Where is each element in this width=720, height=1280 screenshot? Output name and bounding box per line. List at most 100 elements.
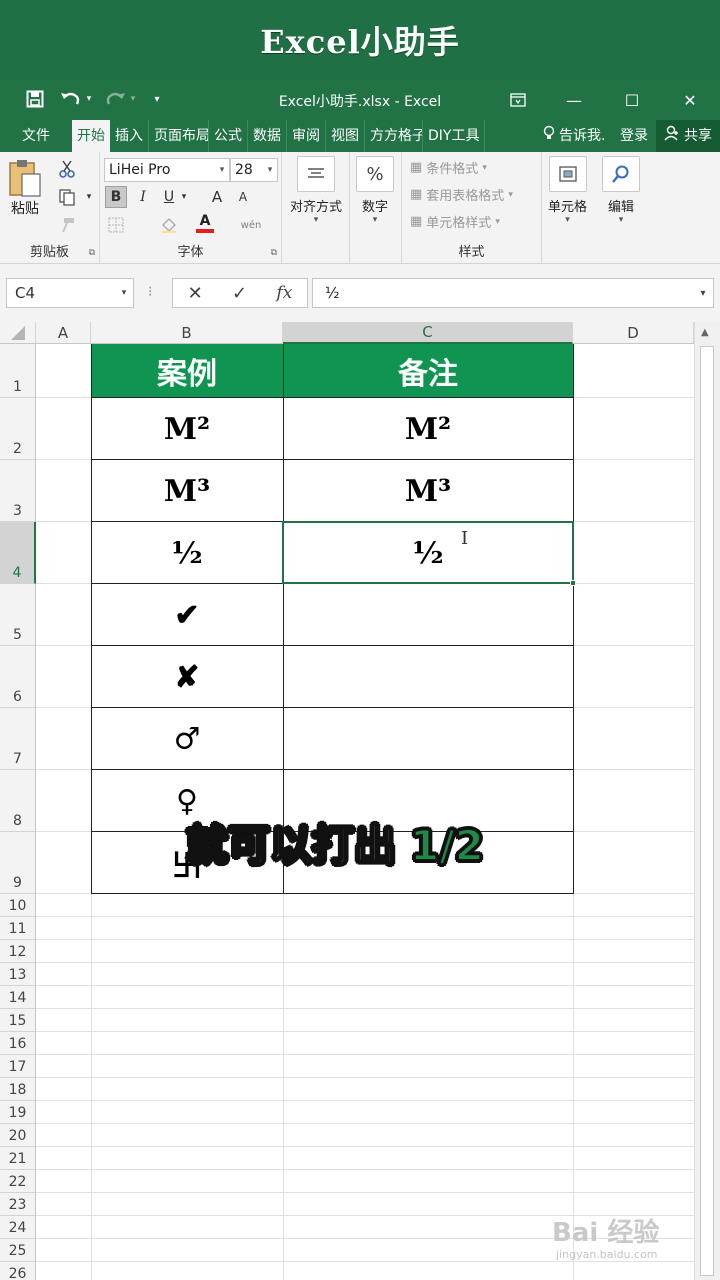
cut-icon[interactable] <box>56 158 78 180</box>
cell-c7[interactable] <box>283 708 573 770</box>
undo-dropdown-icon[interactable]: ▾ <box>84 86 94 112</box>
cell-c5[interactable] <box>283 584 573 646</box>
name-box[interactable]: C4 ▾ <box>6 278 134 308</box>
copy-icon[interactable] <box>56 186 78 208</box>
cell-styles-button[interactable]: ▦ 单元格样式 ▾ <box>410 212 500 231</box>
row-header-3[interactable]: 3 <box>0 460 36 522</box>
underline-dropdown-icon[interactable]: ▾ <box>178 186 190 208</box>
font-launcher-icon[interactable]: ⧉ <box>271 248 277 258</box>
insert-function-icon[interactable]: fx <box>276 283 292 303</box>
vertical-scrollbar[interactable]: ▲ <box>694 322 720 1280</box>
tab-review[interactable]: 审阅 <box>287 120 326 152</box>
font-color-button[interactable]: A <box>194 212 216 234</box>
scrollbar-thumb[interactable] <box>700 346 714 1276</box>
row-header-23[interactable]: 23 <box>0 1193 36 1216</box>
row-header-16[interactable]: 16 <box>0 1032 36 1055</box>
cell-c6[interactable] <box>283 646 573 708</box>
minimize-button[interactable]: — <box>554 86 594 114</box>
row-header-8[interactable]: 8 <box>0 770 36 832</box>
maximize-button[interactable]: ☐ <box>612 86 652 114</box>
bold-button[interactable]: B <box>105 186 127 208</box>
cell-b4[interactable]: ½ <box>91 522 283 584</box>
row-header-11[interactable]: 11 <box>0 917 36 940</box>
redo-dropdown-icon[interactable]: ▾ <box>128 86 138 112</box>
ribbon-display-options-icon[interactable] <box>498 86 538 114</box>
underline-button[interactable]: U <box>158 186 180 208</box>
cell-b7[interactable]: ♂ <box>91 708 283 770</box>
column-header-d[interactable]: D <box>573 322 694 344</box>
scroll-up-icon[interactable]: ▲ <box>701 327 709 338</box>
fill-handle[interactable] <box>570 580 576 586</box>
row-header-9[interactable]: 9 <box>0 832 36 894</box>
row-header-10[interactable]: 10 <box>0 894 36 917</box>
cell-c1[interactable]: 备注 <box>283 344 573 398</box>
format-as-table-button[interactable]: ▦ 套用表格格式 ▾ <box>410 185 513 204</box>
worksheet-grid[interactable]: A B C D 1 2 3 4 5 6 7 8 9 10 11 12 13 14 15 16 17 18 19 20 2… <box>0 322 720 1280</box>
tab-formulas[interactable]: 公式 <box>209 120 248 152</box>
clipboard-launcher-icon[interactable]: ⧉ <box>89 248 95 258</box>
editing-button[interactable]: 编辑 ▾ <box>602 156 640 225</box>
tab-home[interactable]: 开始 <box>72 120 110 152</box>
tab-diy-tools[interactable]: DIY工具 <box>423 120 486 152</box>
cell-b5[interactable]: ✔ <box>91 584 283 646</box>
enter-icon[interactable]: ✓ <box>232 283 247 304</box>
tab-file[interactable]: 文件 <box>0 120 72 152</box>
copy-dropdown-icon[interactable]: ▾ <box>78 186 100 208</box>
row-header-22[interactable]: 22 <box>0 1170 36 1193</box>
format-painter-icon[interactable] <box>56 214 78 236</box>
font-name-select[interactable]: LiHei Pro ▾ <box>104 158 230 182</box>
row-header-21[interactable]: 21 <box>0 1147 36 1170</box>
tab-data[interactable]: 数据 <box>248 120 287 152</box>
row-header-6[interactable]: 6 <box>0 646 36 708</box>
tell-me-box[interactable]: 告诉我... <box>538 120 612 152</box>
row-header-20[interactable]: 20 <box>0 1124 36 1147</box>
login-button[interactable]: 登录 <box>612 120 656 152</box>
cell-c2[interactable]: M² <box>283 398 573 460</box>
row-header-7[interactable]: 7 <box>0 708 36 770</box>
italic-button[interactable]: I <box>132 186 154 208</box>
row-header-5[interactable]: 5 <box>0 584 36 646</box>
share-button[interactable]: 共享 <box>656 120 720 152</box>
customize-qat-icon[interactable]: ▾ <box>144 86 170 112</box>
borders-icon[interactable] <box>105 214 127 236</box>
formula-input[interactable]: ½ ▾ <box>312 278 714 308</box>
conditional-format-button[interactable]: ▦ 条件格式 ▾ <box>410 158 487 177</box>
number-format-button[interactable]: % 数字 ▾ <box>356 156 394 225</box>
row-header-19[interactable]: 19 <box>0 1101 36 1124</box>
fill-color-icon[interactable] <box>158 214 180 236</box>
alignment-button[interactable]: 对齐方式 ▾ <box>285 156 347 225</box>
phonetic-guide-button[interactable]: wén <box>240 214 262 236</box>
row-header-26[interactable]: 26 <box>0 1262 36 1280</box>
column-header-b[interactable]: B <box>91 322 283 344</box>
grow-font-button[interactable]: A <box>206 186 228 208</box>
cells-button[interactable]: 单元格 ▾ <box>548 156 587 225</box>
paste-button[interactable]: 粘贴 <box>8 158 42 218</box>
tab-page-layout[interactable]: 页面布局 <box>149 120 209 152</box>
row-header-2[interactable]: 2 <box>0 398 36 460</box>
tab-insert[interactable]: 插入 <box>110 120 149 152</box>
row-header-17[interactable]: 17 <box>0 1055 36 1078</box>
cell-b1[interactable]: 案例 <box>91 344 283 398</box>
tab-ffcell[interactable]: 方方格子 <box>365 120 423 152</box>
row-header-24[interactable]: 24 <box>0 1216 36 1239</box>
save-icon[interactable] <box>22 86 48 112</box>
cell-b2[interactable]: M² <box>91 398 283 460</box>
cell-b3[interactable]: M³ <box>91 460 283 522</box>
row-header-12[interactable]: 12 <box>0 940 36 963</box>
cell-b6[interactable]: ✘ <box>91 646 283 708</box>
column-header-c[interactable]: C <box>283 322 573 344</box>
expand-formula-bar-icon[interactable]: ▾ <box>693 288 713 299</box>
close-button[interactable]: ✕ <box>670 86 710 114</box>
select-all-corner[interactable] <box>0 322 36 344</box>
row-header-25[interactable]: 25 <box>0 1239 36 1262</box>
row-header-13[interactable]: 13 <box>0 963 36 986</box>
font-size-select[interactable]: 28 ▾ <box>230 158 278 182</box>
row-header-15[interactable]: 15 <box>0 1009 36 1032</box>
undo-icon[interactable] <box>58 86 84 112</box>
row-header-14[interactable]: 14 <box>0 986 36 1009</box>
redo-icon[interactable] <box>102 86 128 112</box>
cancel-icon[interactable]: ✕ <box>188 283 203 304</box>
tab-view[interactable]: 视图 <box>326 120 365 152</box>
row-header-18[interactable]: 18 <box>0 1078 36 1101</box>
column-header-a[interactable]: A <box>36 322 91 344</box>
